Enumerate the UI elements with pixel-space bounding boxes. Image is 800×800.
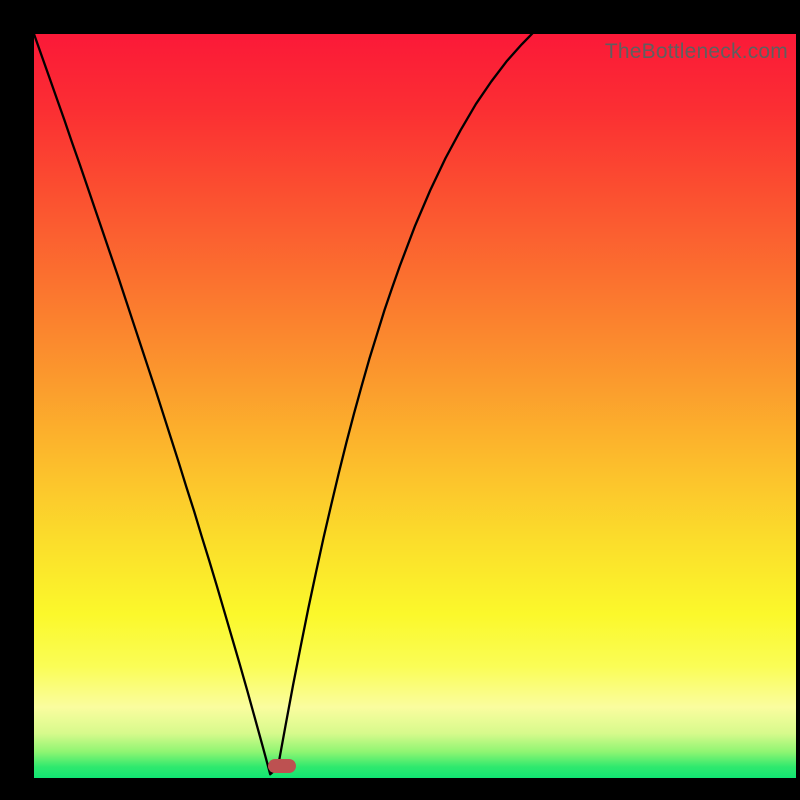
gradient-background xyxy=(34,34,796,778)
chart-frame: TheBottleneck.com xyxy=(0,0,800,800)
watermark-label: TheBottleneck.com xyxy=(605,40,788,64)
min-marker xyxy=(268,759,296,773)
plot-area: TheBottleneck.com xyxy=(34,34,796,778)
